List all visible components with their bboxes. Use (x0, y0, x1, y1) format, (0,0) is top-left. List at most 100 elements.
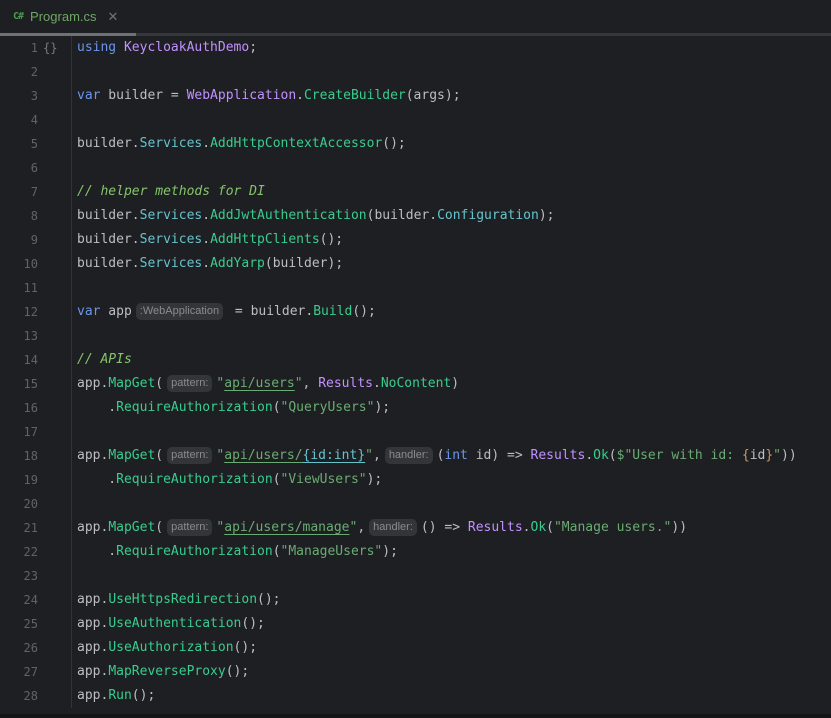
gutter[interactable]: 2 (0, 60, 72, 84)
code-text[interactable]: app.MapGet(pattern:"api/users/{id:int}",… (72, 444, 831, 468)
line-number[interactable]: 4 (0, 108, 38, 132)
gutter[interactable]: 21 (0, 516, 72, 540)
code-text[interactable] (72, 492, 831, 516)
code-text[interactable]: var app:WebApplication = builder.Build()… (72, 300, 831, 324)
code-line[interactable]: 23 (0, 564, 831, 588)
line-number[interactable]: 16 (0, 396, 38, 420)
code-text[interactable]: .RequireAuthorization("QueryUsers"); (72, 396, 831, 420)
code-text[interactable]: app.Run(); (72, 684, 831, 708)
line-number[interactable]: 13 (0, 324, 38, 348)
code-line[interactable]: 27 app.MapReverseProxy(); (0, 660, 831, 684)
code-text[interactable]: var builder = WebApplication.CreateBuild… (72, 84, 831, 108)
gutter[interactable]: 19 (0, 468, 72, 492)
code-line[interactable]: 14 // APIs (0, 348, 831, 372)
gutter[interactable]: 28 (0, 684, 72, 708)
line-number[interactable]: 1 (0, 36, 38, 60)
code-line[interactable]: 7// helper methods for DI (0, 180, 831, 204)
line-number[interactable]: 5 (0, 132, 38, 156)
line-number[interactable]: 11 (0, 276, 38, 300)
gutter[interactable]: 4 (0, 108, 72, 132)
gutter[interactable]: 27 (0, 660, 72, 684)
gutter[interactable]: 11 (0, 276, 72, 300)
line-number[interactable]: 9 (0, 228, 38, 252)
code-line[interactable]: 21 app.MapGet(pattern:"api/users/manage",… (0, 516, 831, 540)
gutter[interactable]: 14 (0, 348, 72, 372)
code-line[interactable]: 15app.MapGet(pattern:"api/users", Result… (0, 372, 831, 396)
gutter[interactable]: 18 (0, 444, 72, 468)
code-text[interactable] (72, 420, 831, 444)
code-text[interactable]: app.MapGet(pattern:"api/users/manage",ha… (72, 516, 831, 540)
code-line[interactable]: 11 (0, 276, 831, 300)
line-number[interactable]: 20 (0, 492, 38, 516)
code-text[interactable] (72, 60, 831, 84)
line-number[interactable]: 26 (0, 636, 38, 660)
code-line[interactable]: 19 .RequireAuthorization("ViewUsers"); (0, 468, 831, 492)
code-line[interactable]: 24app.UseHttpsRedirection(); (0, 588, 831, 612)
line-number[interactable]: 3 (0, 84, 38, 108)
code-text[interactable]: app.UseAuthorization(); (72, 636, 831, 660)
code-line[interactable]: 1{}using KeycloakAuthDemo; (0, 36, 831, 60)
line-number[interactable]: 22 (0, 540, 38, 564)
gutter[interactable]: 9 (0, 228, 72, 252)
line-number[interactable]: 10 (0, 252, 38, 276)
inlay-hint[interactable]: handler: (369, 519, 417, 536)
gutter[interactable]: 25 (0, 612, 72, 636)
gutter[interactable]: 13 (0, 324, 72, 348)
gutter[interactable]: 17 (0, 420, 72, 444)
line-number[interactable]: 23 (0, 564, 38, 588)
tab-program-cs[interactable]: C# Program.cs ✕ (0, 0, 130, 33)
code-text[interactable]: app.MapReverseProxy(); (72, 660, 831, 684)
inlay-hint[interactable]: :WebApplication (136, 303, 223, 320)
line-number[interactable]: 17 (0, 420, 38, 444)
code-text[interactable]: builder.Services.AddHttpContextAccessor(… (72, 132, 831, 156)
line-number[interactable]: 28 (0, 684, 38, 708)
code-text[interactable] (72, 324, 831, 348)
line-number[interactable]: 21 (0, 516, 38, 540)
code-line[interactable]: 8builder.Services.AddJwtAuthentication(b… (0, 204, 831, 228)
code-line[interactable]: 3 var builder = WebApplication.CreateBuil… (0, 84, 831, 108)
code-line[interactable]: 16 .RequireAuthorization("QueryUsers"); (0, 396, 831, 420)
line-number[interactable]: 15 (0, 372, 38, 396)
code-line[interactable]: 20 (0, 492, 831, 516)
line-number[interactable]: 14 (0, 348, 38, 372)
code-text[interactable]: builder.Services.AddHttpClients(); (72, 228, 831, 252)
inlay-hint[interactable]: handler: (385, 447, 433, 464)
gutter[interactable]: 20 (0, 492, 72, 516)
close-tab-icon[interactable]: ✕ (108, 9, 119, 25)
code-text[interactable]: builder.Services.AddJwtAuthentication(bu… (72, 204, 831, 228)
gutter[interactable]: 24 (0, 588, 72, 612)
code-text[interactable]: .RequireAuthorization("ViewUsers"); (72, 468, 831, 492)
gutter[interactable]: 23 (0, 564, 72, 588)
code-text[interactable]: .RequireAuthorization("ManageUsers"); (72, 540, 831, 564)
code-text[interactable]: // APIs (72, 348, 831, 372)
gutter[interactable]: 16 (0, 396, 72, 420)
code-text[interactable] (72, 108, 831, 132)
line-number[interactable]: 7 (0, 180, 38, 204)
gutter[interactable]: 15 (0, 372, 72, 396)
line-number[interactable]: 25 (0, 612, 38, 636)
inlay-hint[interactable]: pattern: (167, 447, 212, 464)
braces-gutter-icon[interactable]: {} (38, 36, 71, 60)
line-number[interactable]: 12 (0, 300, 38, 324)
code-line[interactable]: 6 (0, 156, 831, 180)
gutter[interactable]: 8 (0, 204, 72, 228)
code-text[interactable] (72, 564, 831, 588)
code-text[interactable]: using KeycloakAuthDemo; (72, 36, 831, 60)
line-number[interactable]: 6 (0, 156, 38, 180)
gutter[interactable]: 10 (0, 252, 72, 276)
code-line[interactable]: 18app.MapGet(pattern:"api/users/{id:int}… (0, 444, 831, 468)
inlay-hint[interactable]: pattern: (167, 519, 212, 536)
code-text[interactable]: app.UseHttpsRedirection(); (72, 588, 831, 612)
line-number[interactable]: 27 (0, 660, 38, 684)
line-number[interactable]: 2 (0, 60, 38, 84)
gutter[interactable]: 26 (0, 636, 72, 660)
code-text[interactable]: app.UseAuthentication(); (72, 612, 831, 636)
code-line[interactable]: 5 builder.Services.AddHttpContextAccessor… (0, 132, 831, 156)
code-line[interactable]: 9 builder.Services.AddHttpClients(); (0, 228, 831, 252)
gutter[interactable]: 1{} (0, 36, 72, 60)
code-text[interactable] (72, 156, 831, 180)
code-line[interactable]: 17 (0, 420, 831, 444)
code-line[interactable]: 13 (0, 324, 831, 348)
inlay-hint[interactable]: pattern: (167, 375, 212, 392)
code-line[interactable]: 4 (0, 108, 831, 132)
